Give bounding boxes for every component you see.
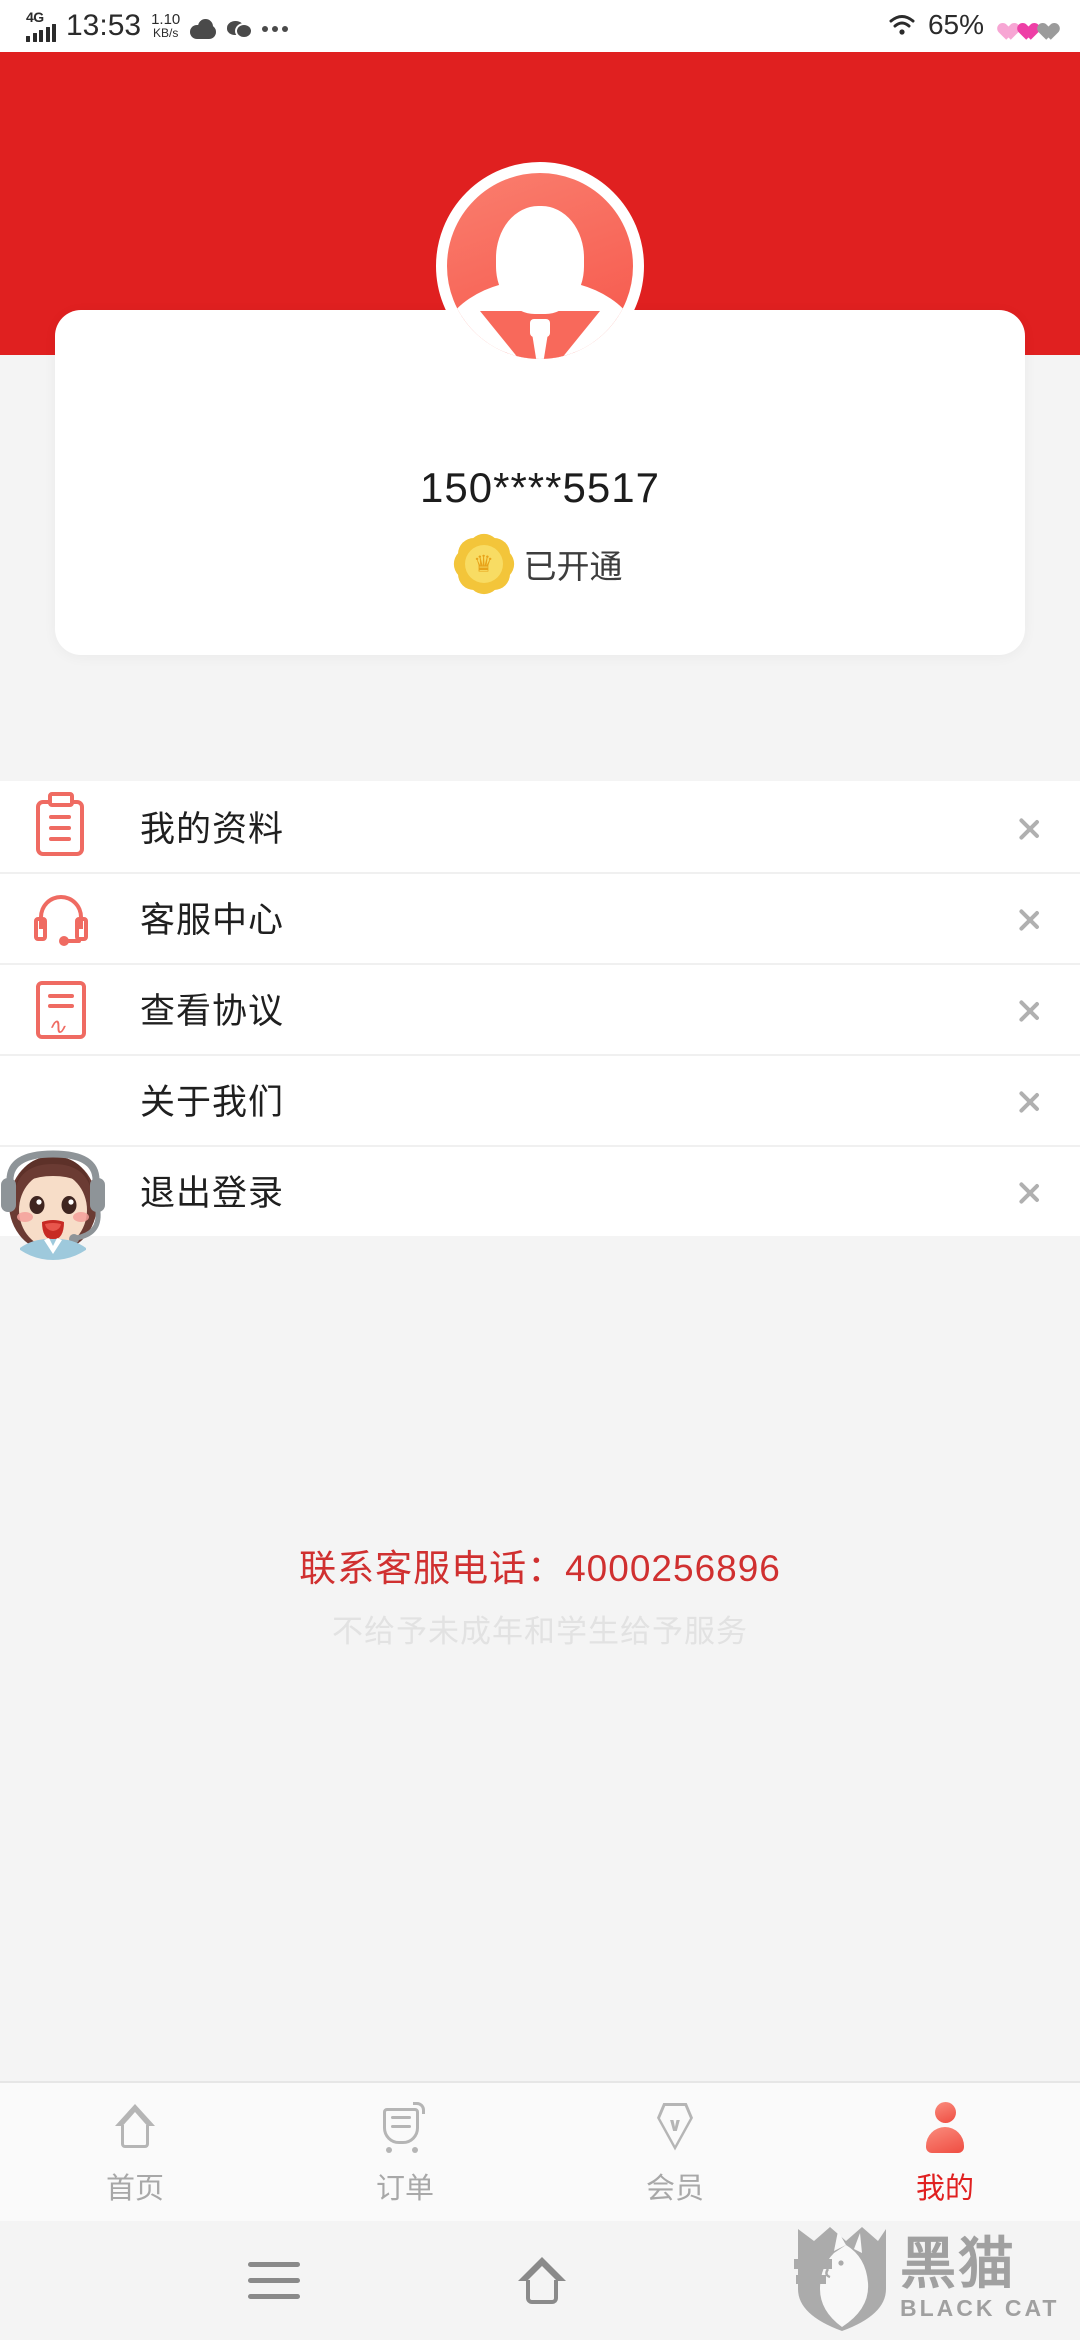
settings-menu-list: 我的资料 客服中心 ∿ 查看协议 关于我们 退出登录 [0, 781, 1080, 1236]
member-diamond-icon: ∨ [646, 2098, 704, 2156]
chevron-right-icon [1018, 1078, 1044, 1122]
menu-item-my-profile[interactable]: 我的资料 [0, 781, 1080, 872]
chevron-right-icon [1018, 987, 1044, 1031]
menu-item-label: 客服中心 [140, 901, 285, 940]
watermark-en-label: BLACK CAT [900, 2295, 1060, 2321]
data-rate-unit: KB/s [153, 26, 179, 41]
status-bar-notification-icons [190, 19, 289, 42]
tab-home[interactable]: 首页 [0, 2083, 270, 2221]
menu-item-customer-service[interactable]: 客服中心 [0, 872, 1080, 963]
wechat-icon [227, 19, 252, 39]
crown-badge-icon: ♛ [446, 527, 521, 601]
agreement-document-icon: ∿ [30, 978, 92, 1040]
user-avatar-icon[interactable] [436, 162, 644, 370]
vip-status-row: ♛ 已开通 [55, 527, 1025, 601]
status-bar-time: 13:53 [66, 9, 142, 42]
user-phone-number: 150****5517 [420, 464, 660, 511]
black-cat-shield-icon [794, 2223, 890, 2333]
menu-item-logout[interactable]: 退出登录 [0, 1145, 1080, 1236]
menu-item-about-us[interactable]: 关于我们 [0, 1054, 1080, 1145]
service-disclaimer-note: 不给予未成年和学生给予服务 [332, 1614, 748, 1649]
headset-icon [30, 887, 92, 949]
hamburger-menu-icon[interactable] [248, 2261, 300, 2300]
wifi-icon [888, 13, 918, 37]
battery-percentage: 65% [927, 9, 984, 40]
menu-item-label: 关于我们 [140, 1083, 285, 1122]
cloud-icon [190, 19, 217, 39]
data-rate-value: 1.10 [151, 10, 181, 28]
menu-item-label: 我的资料 [140, 810, 285, 849]
bottom-tab-bar: 首页 订单 ∨ 会员 我的 [0, 2081, 1080, 2221]
network-type-label: 4G [26, 9, 44, 25]
contact-block: 联系客服电话：4000256896 不给予未成年和学生给予服务 [0, 1538, 1080, 1651]
watermark-cn-label: 黑猫 [900, 2232, 1016, 2295]
menu-item-view-agreement[interactable]: ∿ 查看协议 [0, 963, 1080, 1054]
status-bar: 4G 13:53 1.10 KB/s 65% [0, 0, 1080, 52]
chevron-right-icon [1018, 896, 1044, 940]
home-nav-icon[interactable] [518, 2256, 566, 2305]
clipboard-icon [30, 791, 92, 858]
chevron-right-icon [1018, 1169, 1044, 1213]
tab-label: 会员 [645, 2172, 704, 2205]
tab-label: 我的 [915, 2172, 974, 2205]
signal-bars-icon [26, 24, 56, 42]
data-rate-indicator: 1.10 KB/s [151, 10, 181, 42]
status-bar-right: 65% [888, 9, 1054, 43]
heart-icon [994, 16, 1054, 34]
info-icon [30, 1069, 92, 1131]
tab-member[interactable]: ∨ 会员 [540, 2083, 810, 2221]
customer-service-avatar-icon[interactable] [0, 1142, 112, 1260]
more-dots-icon [262, 26, 289, 32]
tab-profile[interactable]: 我的 [810, 2083, 1080, 2221]
tab-label: 订单 [375, 2172, 434, 2205]
profile-card: 150****5517 ♛ 已开通 [55, 162, 1025, 655]
status-bar-left: 4G 13:53 1.10 KB/s [26, 9, 289, 42]
menu-item-label: 查看协议 [140, 992, 285, 1031]
tab-orders[interactable]: 订单 [270, 2083, 540, 2221]
watermark-text: 黑猫 BLACK CAT [900, 2236, 1059, 2320]
chevron-right-icon [1018, 805, 1044, 849]
home-icon [106, 2098, 164, 2156]
menu-item-label: 退出登录 [140, 1174, 285, 1213]
profile-person-icon [916, 2098, 974, 2156]
black-cat-watermark: 黑猫 BLACK CAT [794, 2220, 1074, 2336]
vip-status-label: 已开通 [523, 548, 623, 585]
signal-group: 4G [26, 10, 56, 42]
order-cart-icon [376, 2098, 434, 2156]
tab-label: 首页 [105, 2172, 164, 2205]
contact-service-phone[interactable]: 联系客服电话：4000256896 [0, 1538, 1080, 1592]
